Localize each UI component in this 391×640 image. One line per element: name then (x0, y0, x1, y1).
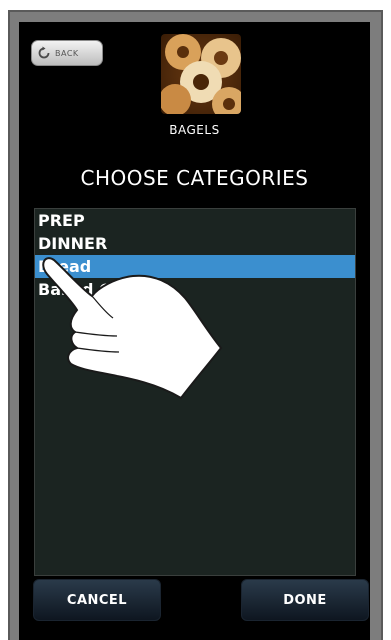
back-button[interactable]: BACK (31, 40, 103, 66)
item-title: BAGELS (169, 123, 220, 137)
done-button[interactable]: DONE (241, 579, 369, 621)
category-item-dinner[interactable]: DINNER (35, 232, 355, 255)
back-arrow-icon (36, 45, 52, 61)
page-title: CHOOSE CATEGORIES (80, 166, 309, 190)
category-item-baked-goods[interactable]: Baked Goods (35, 278, 355, 301)
cancel-button[interactable]: CANCEL (33, 579, 161, 621)
bagels-thumbnail (161, 34, 241, 114)
back-label: BACK (55, 48, 79, 58)
app-screen: BACK BAGELS CHOOSE CATEGORIES PREP DINNE… (19, 22, 370, 640)
category-item-bread[interactable]: Bread (35, 255, 355, 278)
category-item-prep[interactable]: PREP (35, 209, 355, 232)
category-list[interactable]: PREP DINNER Bread Baked Goods (34, 208, 356, 576)
